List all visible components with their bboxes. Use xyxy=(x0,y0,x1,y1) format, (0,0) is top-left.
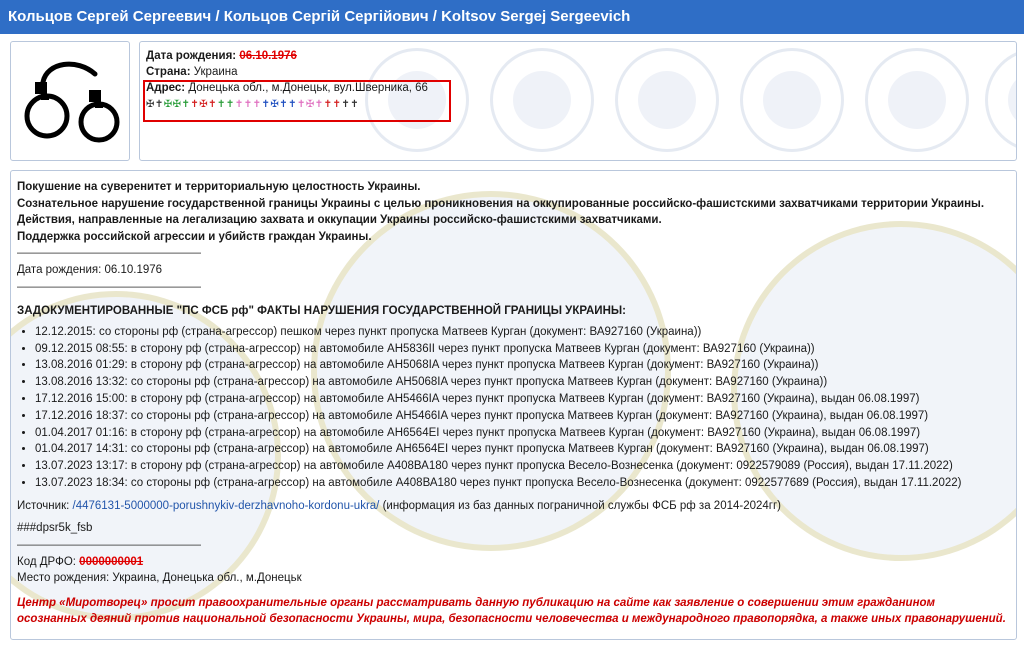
separator: ———————————————— xyxy=(17,538,201,551)
address-highlight-frame xyxy=(143,80,451,122)
list-item: 09.12.2015 08:55: в сторону рф (страна-а… xyxy=(35,341,1008,358)
source-row: Источник: /4476131-5000000-porushnykiv-d… xyxy=(17,499,782,512)
list-item: 01.04.2017 01:16: в сторону рф (страна-а… xyxy=(35,425,1008,442)
mirotvorets-seal-icon xyxy=(490,48,594,152)
appeal-text: Центр «Миротворец» просит правоохранител… xyxy=(17,596,1006,625)
birth-date-line: Дата рождения: 06.10.1976 xyxy=(17,263,163,276)
crime-line: Покушение на суверенитет и территориальн… xyxy=(17,181,421,193)
facts-heading: ЗАДОКУМЕНТИРОВАННЫЕ "ПС ФСБ рф" ФАКТЫ НА… xyxy=(17,305,626,318)
crime-line: Поддержка российской агрессии и убийств … xyxy=(17,230,372,243)
birth-date-value: 06.10.1976 xyxy=(239,50,297,62)
list-item: 13.07.2023 13:17: в сторону рф (страна-а… xyxy=(35,458,1008,475)
list-item: 13.08.2016 01:29: в сторону рф (страна-а… xyxy=(35,357,1008,374)
list-item: 17.12.2016 15:00: в сторону рф (страна-а… xyxy=(35,391,1008,408)
separator: ———————————————— xyxy=(17,247,201,260)
crime-line: Сознательное нарушение государственной г… xyxy=(17,197,985,210)
profile-info-panel: Дата рождения: 06.10.1976 Страна: Украин… xyxy=(139,41,1017,161)
list-item: 17.12.2016 18:37: со стороны рф (страна-… xyxy=(35,408,1008,425)
photo-panel xyxy=(10,41,130,161)
mirotvorets-seal-icon xyxy=(615,48,719,152)
violations-list: 12.12.2015: со стороны рф (страна-агресс… xyxy=(17,324,1008,492)
list-item: 13.07.2023 18:34: со стороны рф (страна-… xyxy=(35,475,1008,492)
list-item: 12.12.2015: со стороны рф (страна-агресс… xyxy=(35,324,1008,341)
drfo-value: 0000000001 xyxy=(79,555,144,568)
details-panel: Покушение на суверенитет и территориальн… xyxy=(10,170,1017,640)
country-row: Страна: Украина xyxy=(146,66,238,78)
source-link[interactable]: /4476131-5000000-porushnykiv-derzhavnoho… xyxy=(73,500,380,512)
drfo-row: Код ДРФО: 0000000001 xyxy=(17,555,144,568)
tag-line: ###dpsr5k_fsb xyxy=(17,522,93,535)
mirotvorets-seal-icon xyxy=(985,48,1016,152)
list-item: 13.08.2016 13:32: со стороны рф (страна-… xyxy=(35,374,1008,391)
page-title: Кольцов Сергей Сергеевич / Кольцов Сергі… xyxy=(0,0,1024,34)
list-item: 01.04.2017 14:31: со стороны рф (страна-… xyxy=(35,441,1008,458)
separator: ———————————————— xyxy=(17,280,201,293)
handcuffs-icon xyxy=(24,61,120,143)
birth-date-row: Дата рождения: 06.10.1976 xyxy=(146,50,297,62)
mirotvorets-seal-icon xyxy=(865,48,969,152)
birthplace-line: Место рождения: Украина, Донецька обл., … xyxy=(17,572,302,585)
crime-line: Действия, направленные на легализацию за… xyxy=(17,214,662,227)
mirotvorets-seal-icon xyxy=(740,48,844,152)
